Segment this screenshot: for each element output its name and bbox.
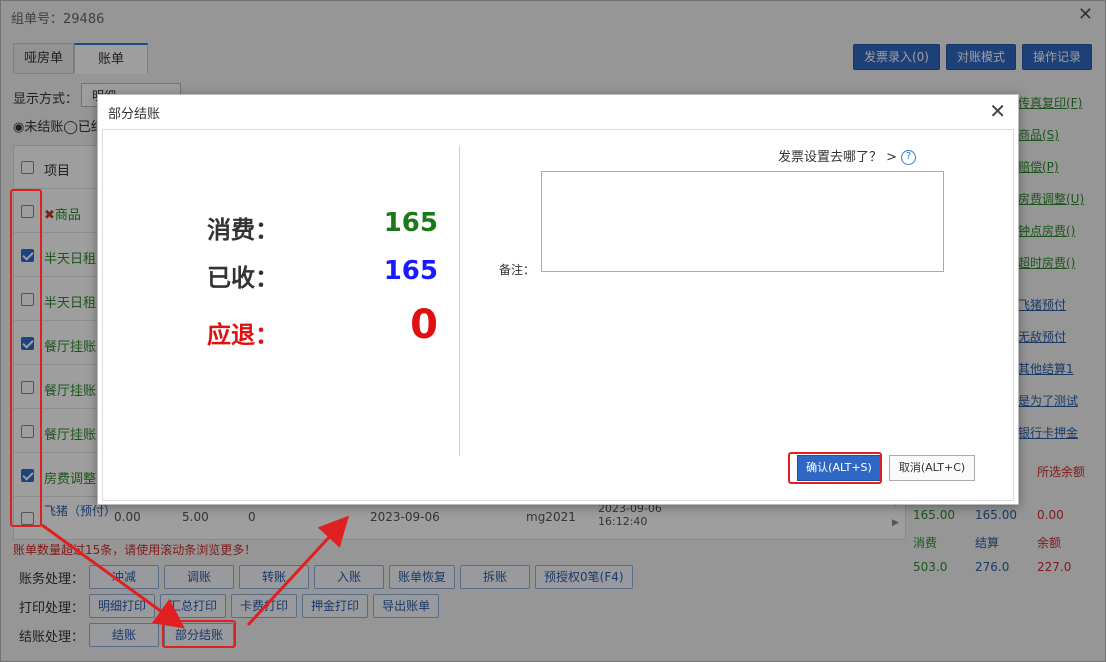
remark-field[interactable] xyxy=(541,171,944,272)
dialog-title: 部分结账 xyxy=(108,107,161,122)
received-label: 已收： xyxy=(207,264,279,292)
received-value: 165 xyxy=(383,256,438,286)
partial-settle-highlight-box xyxy=(162,620,236,648)
checkbox-highlight-box xyxy=(10,189,42,527)
help-icon[interactable]: ? xyxy=(901,150,917,165)
consume-value: 165 xyxy=(383,208,438,238)
divider xyxy=(459,146,460,456)
dialog-body: 消费： 165 已收： 165 应退： 0 发票设置去哪了？ >? 备注： 确认… xyxy=(102,129,1014,501)
remark-label: 备注： xyxy=(499,263,536,277)
invoice-hint-link[interactable]: 发票设置去哪了？ >? xyxy=(778,146,917,165)
refund-label: 应退： xyxy=(207,321,279,349)
partial-settle-dialog: 部分结账 ✕ 消费： 165 已收： 165 应退： 0 发票设置去哪了？ >?… xyxy=(97,94,1019,505)
close-icon[interactable]: ✕ xyxy=(989,99,1006,123)
consume-label: 消费： xyxy=(207,216,279,244)
cancel-button[interactable]: 取消(ALT+C) xyxy=(889,455,975,481)
confirm-highlight-box xyxy=(788,452,882,484)
refund-value: 0 xyxy=(410,302,438,348)
